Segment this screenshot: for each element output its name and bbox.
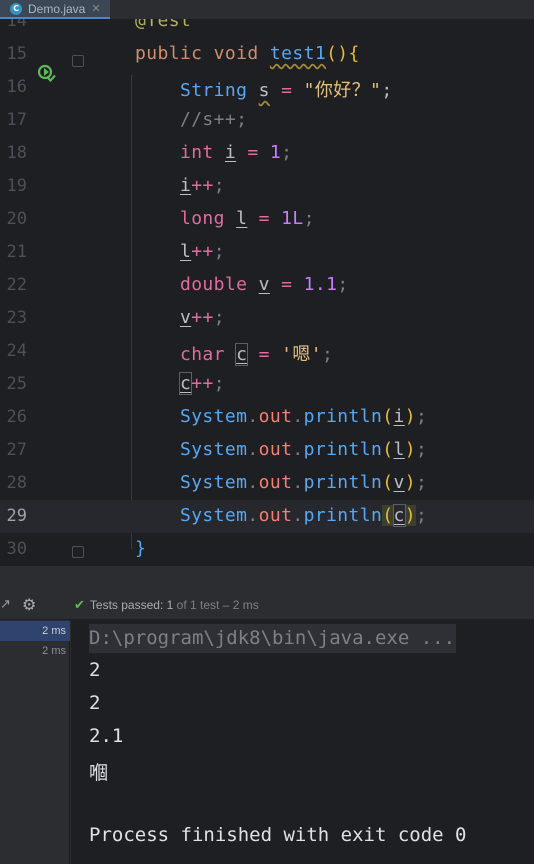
line-number: 28 <box>6 473 27 493</box>
code-text: String s = "你好？"; <box>179 80 393 101</box>
code-line[interactable]: 28 System.out.println(v); <box>0 467 534 500</box>
check-icon: ✔ <box>74 597 85 613</box>
console-command[interactable]: D:\program\jdk8\bin\java.exe ... <box>89 624 457 653</box>
code-line[interactable]: 14 @Test <box>0 19 534 38</box>
expand-arrow-icon[interactable]: ↗ <box>0 597 11 612</box>
line-number: 17 <box>6 110 27 130</box>
tree-row[interactable]: 2 ms <box>0 621 70 641</box>
code-text: c++; <box>178 372 225 395</box>
code-text: l++; <box>179 241 225 262</box>
console-exit-message: Process finished with exit code 0 <box>89 824 467 846</box>
java-class-icon: C <box>10 2 22 15</box>
console-output[interactable]: D:\program\jdk8\bin\java.exe ... 2 2 2.1… <box>71 620 534 864</box>
line-number: 15 <box>6 44 27 64</box>
tab-label: Demo.java <box>28 1 86 16</box>
line-number: 22 <box>6 275 27 295</box>
code-line[interactable]: 17 //s++; <box>0 104 534 137</box>
run-toolbar: ↗ ⚙ ✔ Tests passed: 1 of 1 test – 2 ms <box>0 591 534 620</box>
test-tree: 2 ms 2 ms <box>0 620 70 864</box>
code-text: public void test1(){ <box>135 43 360 64</box>
code-line[interactable]: 22 double v = 1.1; <box>0 269 534 302</box>
line-number: 23 <box>6 308 27 328</box>
status-prefix: Tests passed: <box>89 598 164 612</box>
line-number: 16 <box>6 77 27 97</box>
code-text: long l = 1L; <box>179 208 315 229</box>
line-number: 26 <box>6 407 27 427</box>
code-text: System.out.println(l); <box>179 439 428 460</box>
code-line[interactable]: 26 System.out.println(i); <box>0 401 534 434</box>
line-number: 21 <box>6 242 27 262</box>
console-line: 2.1 <box>89 725 124 747</box>
code-line[interactable]: 27 System.out.println(l); <box>0 434 534 467</box>
fold-icon[interactable] <box>72 546 84 558</box>
code-line[interactable]: 23 v++; <box>0 302 534 335</box>
line-number: 24 <box>6 341 27 361</box>
code-text: i++; <box>179 175 225 196</box>
code-text: v++; <box>179 307 225 328</box>
code-editor[interactable]: 14 @Test 15 public void test1(){ 16 Stri… <box>0 19 534 565</box>
close-icon[interactable]: ✕ <box>91 2 100 15</box>
tab-demo-java[interactable]: C Demo.java ✕ <box>0 0 110 19</box>
code-text: System.out.println(v); <box>179 472 428 493</box>
line-number: 27 <box>6 440 27 460</box>
code-text: //s++; <box>179 109 248 130</box>
line-number: 25 <box>6 374 27 394</box>
code-line[interactable]: 18 int i = 1; <box>0 137 534 170</box>
line-number: 30 <box>6 539 27 559</box>
code-line[interactable]: 20 long l = 1L; <box>0 203 534 236</box>
code-text: System.out.println(c); <box>179 504 428 527</box>
line-number: 29 <box>6 506 27 526</box>
run-test-passed-icon[interactable] <box>37 64 57 84</box>
test-status: ✔ Tests passed: 1 of 1 test – 2 ms <box>70 598 259 613</box>
line-number: 18 <box>6 143 27 163</box>
console-line: 嗰 <box>89 762 109 784</box>
code-line[interactable]: 25 c++; <box>0 368 534 401</box>
run-toolbar-left: ↗ ⚙ <box>0 591 70 620</box>
code-line[interactable]: 19 i++; <box>0 170 534 203</box>
code-line[interactable]: 24 char c = '嗯'; <box>0 335 534 368</box>
tree-row[interactable]: 2 ms <box>0 641 70 661</box>
status-suffix: of 1 test – 2 ms <box>176 598 259 612</box>
code-line[interactable]: 16 String s = "你好？"; <box>0 71 534 104</box>
passed-count: 1 <box>166 598 174 612</box>
code-text: @Test <box>135 19 192 31</box>
code-line[interactable]: 21 l++; <box>0 236 534 269</box>
code-text: int i = 1; <box>179 142 293 163</box>
line-number: 14 <box>6 19 27 31</box>
console-line: 2 <box>89 659 101 681</box>
code-text: System.out.println(i); <box>179 406 428 427</box>
gear-icon[interactable]: ⚙ <box>22 595 36 614</box>
line-number: 20 <box>6 209 27 229</box>
line-number: 19 <box>6 176 27 196</box>
fold-icon[interactable] <box>72 55 84 67</box>
code-text: char c = '嗯'; <box>179 343 334 366</box>
code-text: double v = 1.1; <box>179 274 349 295</box>
panel-splitter[interactable] <box>0 565 534 591</box>
editor-tab-bar: C Demo.java ✕ <box>0 0 534 19</box>
code-line-current[interactable]: 29 System.out.println(c); <box>0 500 534 533</box>
code-text: } <box>135 538 147 559</box>
console-line: 2 <box>89 692 101 714</box>
